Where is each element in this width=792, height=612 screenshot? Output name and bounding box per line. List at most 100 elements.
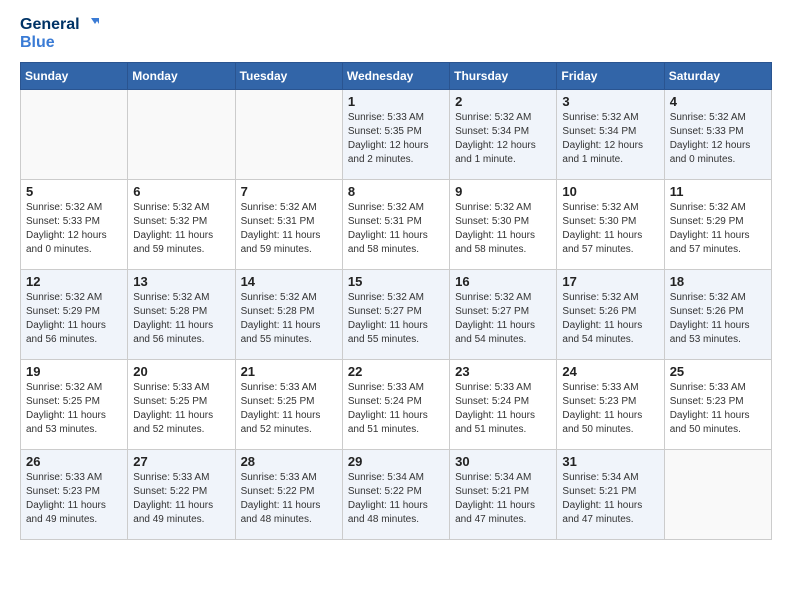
day-number: 21 <box>241 364 337 379</box>
day-of-week-header: Tuesday <box>235 62 342 89</box>
day-info: Sunrise: 5:32 AM Sunset: 5:27 PM Dayligh… <box>348 291 444 347</box>
day-info: Sunrise: 5:32 AM Sunset: 5:26 PM Dayligh… <box>670 291 766 347</box>
calendar-cell <box>128 89 235 179</box>
day-info: Sunrise: 5:32 AM Sunset: 5:30 PM Dayligh… <box>455 201 551 257</box>
calendar-cell: 7Sunrise: 5:32 AM Sunset: 5:31 PM Daylig… <box>235 179 342 269</box>
calendar-cell: 19Sunrise: 5:32 AM Sunset: 5:25 PM Dayli… <box>21 359 128 449</box>
day-number: 28 <box>241 454 337 469</box>
day-info: Sunrise: 5:33 AM Sunset: 5:23 PM Dayligh… <box>562 381 658 437</box>
day-info: Sunrise: 5:32 AM Sunset: 5:30 PM Dayligh… <box>562 201 658 257</box>
calendar-week-row: 19Sunrise: 5:32 AM Sunset: 5:25 PM Dayli… <box>21 359 772 449</box>
calendar-cell: 16 Sunrise: 5:32 AM Sunset: 5:27 PM Dayli… <box>450 269 557 359</box>
calendar-cell: 18 Sunrise: 5:32 AM Sunset: 5:26 PM Dayli… <box>664 269 771 359</box>
day-number: 18 <box>670 274 766 289</box>
day-number: 19 <box>26 364 122 379</box>
calendar-week-row: 1 Sunrise: 5:33 AM Sunset: 5:35 PM Daylig… <box>21 89 772 179</box>
calendar-cell <box>664 449 771 539</box>
day-info: Sunrise: 5:32 AM Sunset: 5:32 PM Dayligh… <box>133 201 229 257</box>
calendar-cell: 27 Sunrise: 5:33 AM Sunset: 5:22 PM Dayli… <box>128 449 235 539</box>
calendar-cell: 6 Sunrise: 5:32 AM Sunset: 5:32 PM Daylig… <box>128 179 235 269</box>
day-number: 27 <box>133 454 229 469</box>
day-info: Sunrise: 5:33 AM Sunset: 5:23 PM Dayligh… <box>26 471 122 527</box>
day-info: Sunrise: 5:32 AM Sunset: 5:29 PM Dayligh… <box>26 291 122 347</box>
calendar-cell: 10 Sunrise: 5:32 AM Sunset: 5:30 PM Dayli… <box>557 179 664 269</box>
calendar-cell: 15Sunrise: 5:32 AM Sunset: 5:27 PM Dayli… <box>342 269 449 359</box>
day-number: 22 <box>348 364 444 379</box>
days-of-week-row: SundayMondayTuesdayWednesdayThursdayFrid… <box>21 62 772 89</box>
day-of-week-header: Thursday <box>450 62 557 89</box>
logo-bird-icon <box>81 16 99 34</box>
calendar-cell: 20 Sunrise: 5:33 AM Sunset: 5:25 PM Dayli… <box>128 359 235 449</box>
calendar-cell: 24 Sunrise: 5:33 AM Sunset: 5:23 PM Dayli… <box>557 359 664 449</box>
calendar-cell: 8 Sunrise: 5:32 AM Sunset: 5:31 PM Daylig… <box>342 179 449 269</box>
day-number: 12 <box>26 274 122 289</box>
day-of-week-header: Sunday <box>21 62 128 89</box>
day-info: Sunrise: 5:32 AM Sunset: 5:31 PM Dayligh… <box>348 201 444 257</box>
day-number: 8 <box>348 184 444 199</box>
day-info: Sunrise: 5:32 AM Sunset: 5:33 PM Dayligh… <box>26 201 122 257</box>
day-number: 30 <box>455 454 551 469</box>
day-of-week-header: Monday <box>128 62 235 89</box>
calendar-cell: 23 Sunrise: 5:33 AM Sunset: 5:24 PM Dayli… <box>450 359 557 449</box>
day-number: 31 <box>562 454 658 469</box>
calendar-cell: 25Sunrise: 5:33 AM Sunset: 5:23 PM Dayli… <box>664 359 771 449</box>
day-number: 11 <box>670 184 766 199</box>
day-number: 3 <box>562 94 658 109</box>
calendar-cell: 30 Sunrise: 5:34 AM Sunset: 5:21 PM Dayli… <box>450 449 557 539</box>
day-info: Sunrise: 5:34 AM Sunset: 5:21 PM Dayligh… <box>455 471 551 527</box>
calendar-cell: 4Sunrise: 5:32 AM Sunset: 5:33 PM Daylig… <box>664 89 771 179</box>
calendar-cell: 9 Sunrise: 5:32 AM Sunset: 5:30 PM Daylig… <box>450 179 557 269</box>
day-info: Sunrise: 5:32 AM Sunset: 5:33 PM Dayligh… <box>670 111 766 167</box>
day-info: Sunrise: 5:32 AM Sunset: 5:28 PM Dayligh… <box>241 291 337 347</box>
day-number: 26 <box>26 454 122 469</box>
calendar-cell: 14Sunrise: 5:32 AM Sunset: 5:28 PM Dayli… <box>235 269 342 359</box>
day-info: Sunrise: 5:33 AM Sunset: 5:25 PM Dayligh… <box>133 381 229 437</box>
day-number: 6 <box>133 184 229 199</box>
day-number: 10 <box>562 184 658 199</box>
day-number: 9 <box>455 184 551 199</box>
day-info: Sunrise: 5:33 AM Sunset: 5:35 PM Dayligh… <box>348 111 444 167</box>
day-number: 1 <box>348 94 444 109</box>
calendar-week-row: 5Sunrise: 5:32 AM Sunset: 5:33 PM Daylig… <box>21 179 772 269</box>
day-number: 7 <box>241 184 337 199</box>
day-info: Sunrise: 5:33 AM Sunset: 5:22 PM Dayligh… <box>241 471 337 527</box>
day-info: Sunrise: 5:33 AM Sunset: 5:23 PM Dayligh… <box>670 381 766 437</box>
calendar-week-row: 12 Sunrise: 5:32 AM Sunset: 5:29 PM Dayli… <box>21 269 772 359</box>
day-number: 16 <box>455 274 551 289</box>
day-info: Sunrise: 5:32 AM Sunset: 5:26 PM Dayligh… <box>562 291 658 347</box>
calendar-cell: 17 Sunrise: 5:32 AM Sunset: 5:26 PM Dayli… <box>557 269 664 359</box>
day-number: 23 <box>455 364 551 379</box>
calendar-body: 1 Sunrise: 5:33 AM Sunset: 5:35 PM Daylig… <box>21 89 772 539</box>
day-number: 24 <box>562 364 658 379</box>
logo-general: General <box>20 16 80 33</box>
day-info: Sunrise: 5:34 AM Sunset: 5:21 PM Dayligh… <box>562 471 658 527</box>
logo-blue: Blue <box>20 34 55 51</box>
day-number: 20 <box>133 364 229 379</box>
calendar-cell <box>235 89 342 179</box>
day-info: Sunrise: 5:33 AM Sunset: 5:24 PM Dayligh… <box>348 381 444 437</box>
day-info: Sunrise: 5:34 AM Sunset: 5:22 PM Dayligh… <box>348 471 444 527</box>
day-of-week-header: Friday <box>557 62 664 89</box>
page: General Blue SundayMondayTuesdayWednesda… <box>0 0 792 556</box>
calendar-cell <box>21 89 128 179</box>
calendar-cell: 3Sunrise: 5:32 AM Sunset: 5:34 PM Daylig… <box>557 89 664 179</box>
calendar-cell: 12 Sunrise: 5:32 AM Sunset: 5:29 PM Dayli… <box>21 269 128 359</box>
header: General Blue <box>20 16 772 52</box>
day-number: 13 <box>133 274 229 289</box>
calendar-cell: 13Sunrise: 5:32 AM Sunset: 5:28 PM Dayli… <box>128 269 235 359</box>
day-number: 2 <box>455 94 551 109</box>
day-of-week-header: Wednesday <box>342 62 449 89</box>
calendar-cell: 31 Sunrise: 5:34 AM Sunset: 5:21 PM Dayli… <box>557 449 664 539</box>
calendar-cell: 22 Sunrise: 5:33 AM Sunset: 5:24 PM Dayli… <box>342 359 449 449</box>
day-info: Sunrise: 5:33 AM Sunset: 5:24 PM Dayligh… <box>455 381 551 437</box>
day-info: Sunrise: 5:32 AM Sunset: 5:27 PM Dayligh… <box>455 291 551 347</box>
calendar-cell: 5Sunrise: 5:32 AM Sunset: 5:33 PM Daylig… <box>21 179 128 269</box>
day-of-week-header: Saturday <box>664 62 771 89</box>
day-number: 29 <box>348 454 444 469</box>
calendar-cell: 1 Sunrise: 5:33 AM Sunset: 5:35 PM Daylig… <box>342 89 449 179</box>
day-info: Sunrise: 5:33 AM Sunset: 5:22 PM Dayligh… <box>133 471 229 527</box>
calendar-cell: 2Sunrise: 5:32 AM Sunset: 5:34 PM Daylig… <box>450 89 557 179</box>
calendar-table: SundayMondayTuesdayWednesdayThursdayFrid… <box>20 62 772 540</box>
day-number: 17 <box>562 274 658 289</box>
calendar-cell: 29 Sunrise: 5:34 AM Sunset: 5:22 PM Dayli… <box>342 449 449 539</box>
